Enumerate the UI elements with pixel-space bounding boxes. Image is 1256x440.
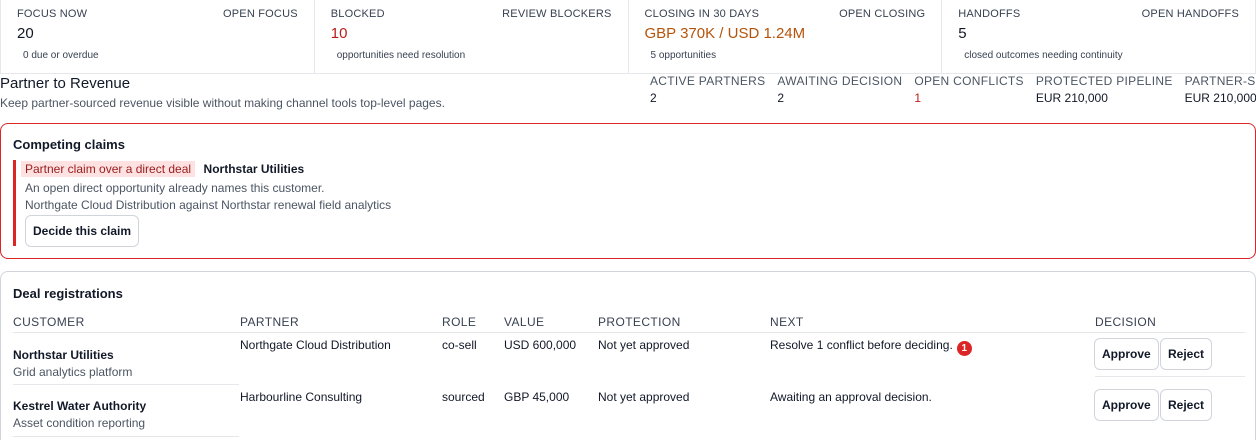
metric-open-conflicts: OPEN CONFLICTS 1 [914,74,1024,105]
customer-name: Northstar Utilities [13,348,114,362]
table-row: Kestrel Water Authority Asset condition … [13,385,1245,437]
protection-status: Not yet approved [598,338,690,352]
summary-subtext: 5 opportunities [650,50,717,61]
page-title: Partner to Revenue [0,75,131,92]
role-value: co-sell [442,338,477,352]
open-focus-link[interactable]: OPEN FOCUS [223,8,298,20]
partner-name: Harbourline Consulting [240,390,363,404]
summary-subtext: opportunities need resolution [336,50,466,61]
table-row: Northstar Utilities Grid analytics platf… [13,333,1245,385]
summary-label: BLOCKED [330,8,385,20]
summary-subtext: 0 due or overdue [23,50,99,61]
reject-button[interactable]: Reject [1160,389,1213,421]
claim-type-tag: Partner claim over a direct deal [21,161,196,177]
metric-value: 2 [777,91,785,105]
summary-label: HANDOFFS [958,8,1021,20]
open-handoffs-link[interactable]: OPEN HANDOFFS [1142,8,1239,20]
deal-registrations-title: Deal registrations [13,286,123,301]
metric-active-partners: ACTIVE PARTNERS 2 [650,74,765,105]
column-header-next: NEXT [770,315,804,329]
summary-value: GBP 370K / USD 1.24M [644,25,806,42]
metric-value: EUR 210,000 [1184,91,1256,105]
deal-value: USD 600,000 [504,338,577,352]
summary-value: 5 [958,25,967,42]
metric-value: 2 [650,91,657,105]
next-step: Awaiting an approval decision. [770,390,932,404]
metric-partner-sourced: PARTNER-SOURCED EUR 210,000 [1185,74,1256,105]
customer-name: Kestrel Water Authority [13,399,147,413]
next-step: Resolve 1 conflict before deciding. 1 [770,338,972,356]
conflict-count-badge: 1 [956,341,972,356]
deal-registrations-panel: Deal registrations CUSTOMER PARTNER ROLE… [0,271,1256,440]
metrics-strip: ACTIVE PARTNERS 2 AWAITING DECISION 2 OP… [650,74,1256,105]
next-step-text: Resolve 1 conflict before deciding. [770,338,953,352]
row-divider [1095,376,1245,377]
summary-label: CLOSING IN 30 DAYS [644,8,760,20]
column-header-value: VALUE [504,315,545,329]
claim-item: Partner claim over a direct deal Northst… [13,160,613,247]
summary-bar: FOCUS NOW OPEN FOCUS 20 0 due or overdue… [0,0,1256,74]
metric-value: EUR 210,000 [1035,91,1108,105]
row-divider [13,436,239,437]
customer-description: Asset condition reporting [13,416,146,430]
summary-card-handoffs: HANDOFFS OPEN HANDOFFS 5 closed outcomes… [942,0,1255,73]
summary-value: 20 [17,25,34,42]
reject-button[interactable]: Reject [1160,338,1213,370]
summary-card-focus: FOCUS NOW OPEN FOCUS 20 0 due or overdue [1,0,315,73]
metric-protected-pipeline: PROTECTED PIPELINE EUR 210,000 [1036,74,1173,105]
decide-claim-button[interactable]: Decide this claim [25,215,140,247]
approve-button[interactable]: Approve [1094,389,1159,421]
column-header-partner: PARTNER [240,315,300,329]
summary-label: FOCUS NOW [17,8,88,20]
metric-awaiting-decision: AWAITING DECISION 2 [777,74,902,105]
metric-label: OPEN CONFLICTS [914,74,1024,88]
column-header-role: ROLE [442,315,477,329]
column-header-decision: DECISION [1095,315,1157,329]
protection-status: Not yet approved [598,390,690,404]
claim-customer: Northstar Utilities [203,162,305,176]
claim-reason: An open direct opportunity already names… [25,181,325,195]
metric-label: PARTNER-SOURCED [1184,74,1256,88]
summary-subtext: closed outcomes needing continuity [964,50,1123,61]
summary-card-blocked: BLOCKED REVIEW BLOCKERS 10 opportunities… [315,0,629,73]
summary-value: 10 [330,25,348,42]
metric-label: ACTIVE PARTNERS [650,74,766,88]
metric-label: PROTECTED PIPELINE [1035,74,1173,88]
column-header-protection: PROTECTION [598,315,681,329]
competing-claims-panel: Competing claims Partner claim over a di… [0,123,1256,259]
role-value: sourced [442,390,485,404]
approve-button[interactable]: Approve [1094,338,1159,370]
summary-card-closing: CLOSING IN 30 DAYS OPEN CLOSING GBP 370K… [629,0,943,73]
claim-parties: Northgate Cloud Distribution against Nor… [25,198,392,212]
metric-value: 1 [914,91,921,105]
page-subtitle: Keep partner-sourced revenue visible wit… [0,96,445,110]
customer-description: Grid analytics platform [13,365,133,379]
deal-value: GBP 45,000 [504,390,570,404]
review-blockers-link[interactable]: REVIEW BLOCKERS [502,8,611,20]
metric-label: AWAITING DECISION [777,74,903,88]
partner-name: Northgate Cloud Distribution [240,338,391,352]
competing-claims-title: Competing claims [13,137,125,152]
column-header-customer: CUSTOMER [13,315,85,329]
open-closing-link[interactable]: OPEN CLOSING [839,8,925,20]
